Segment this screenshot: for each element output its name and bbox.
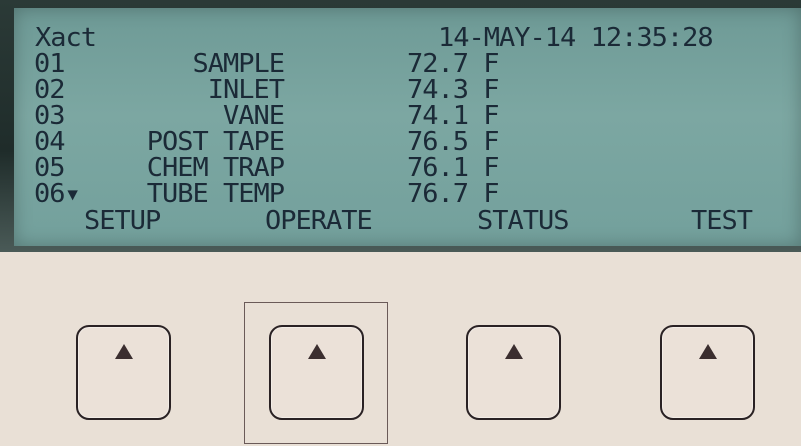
softkey-setup-button[interactable] — [76, 325, 171, 420]
display-time: 12:35:28 — [590, 23, 714, 53]
softkey-label-status: STATUS — [477, 206, 570, 236]
softkey-test-button[interactable] — [660, 325, 755, 420]
up-triangle-icon — [114, 344, 133, 359]
channel-reading: 76.7 F — [407, 179, 500, 209]
up-triangle-icon — [307, 344, 326, 359]
softkey-operate-button[interactable] — [269, 325, 364, 420]
channel-name: CHEM TRAP — [146, 153, 285, 183]
reading-unit: F — [483, 179, 499, 209]
display-title: Xact — [35, 23, 97, 53]
softkey-status-button[interactable] — [466, 325, 561, 420]
channel-reading: 74.1 F — [407, 103, 500, 129]
reading-value: 76.7 — [407, 179, 469, 209]
channel-reading: 74.3 F — [407, 77, 500, 103]
channel-name: TUBE TEMP — [146, 179, 285, 209]
display-datetime: 14-MAY-14 12:35:28 — [438, 23, 714, 53]
up-triangle-icon — [698, 344, 717, 359]
channel-name: VANE — [222, 101, 285, 131]
channel-name: POST TAPE — [146, 127, 285, 157]
softkey-label-test: TEST — [691, 206, 753, 236]
channel-name: INLET — [207, 75, 285, 105]
softkey-label-setup: SETUP — [84, 206, 161, 236]
softkey-label-operate: OPERATE — [265, 206, 373, 236]
channel-reading: 76.1 F — [407, 155, 500, 181]
channel-name: SAMPLE — [192, 49, 285, 79]
channel-reading: 76.5 F — [407, 129, 500, 155]
display-bezel: Xact 14-MAY-14 12:35:28 01 SAMPLE 72.7 F… — [0, 0, 801, 252]
up-triangle-icon — [504, 344, 523, 359]
lcd-screen: Xact 14-MAY-14 12:35:28 01 SAMPLE 72.7 F… — [14, 8, 801, 246]
channel-reading: 72.7 F — [407, 51, 500, 77]
